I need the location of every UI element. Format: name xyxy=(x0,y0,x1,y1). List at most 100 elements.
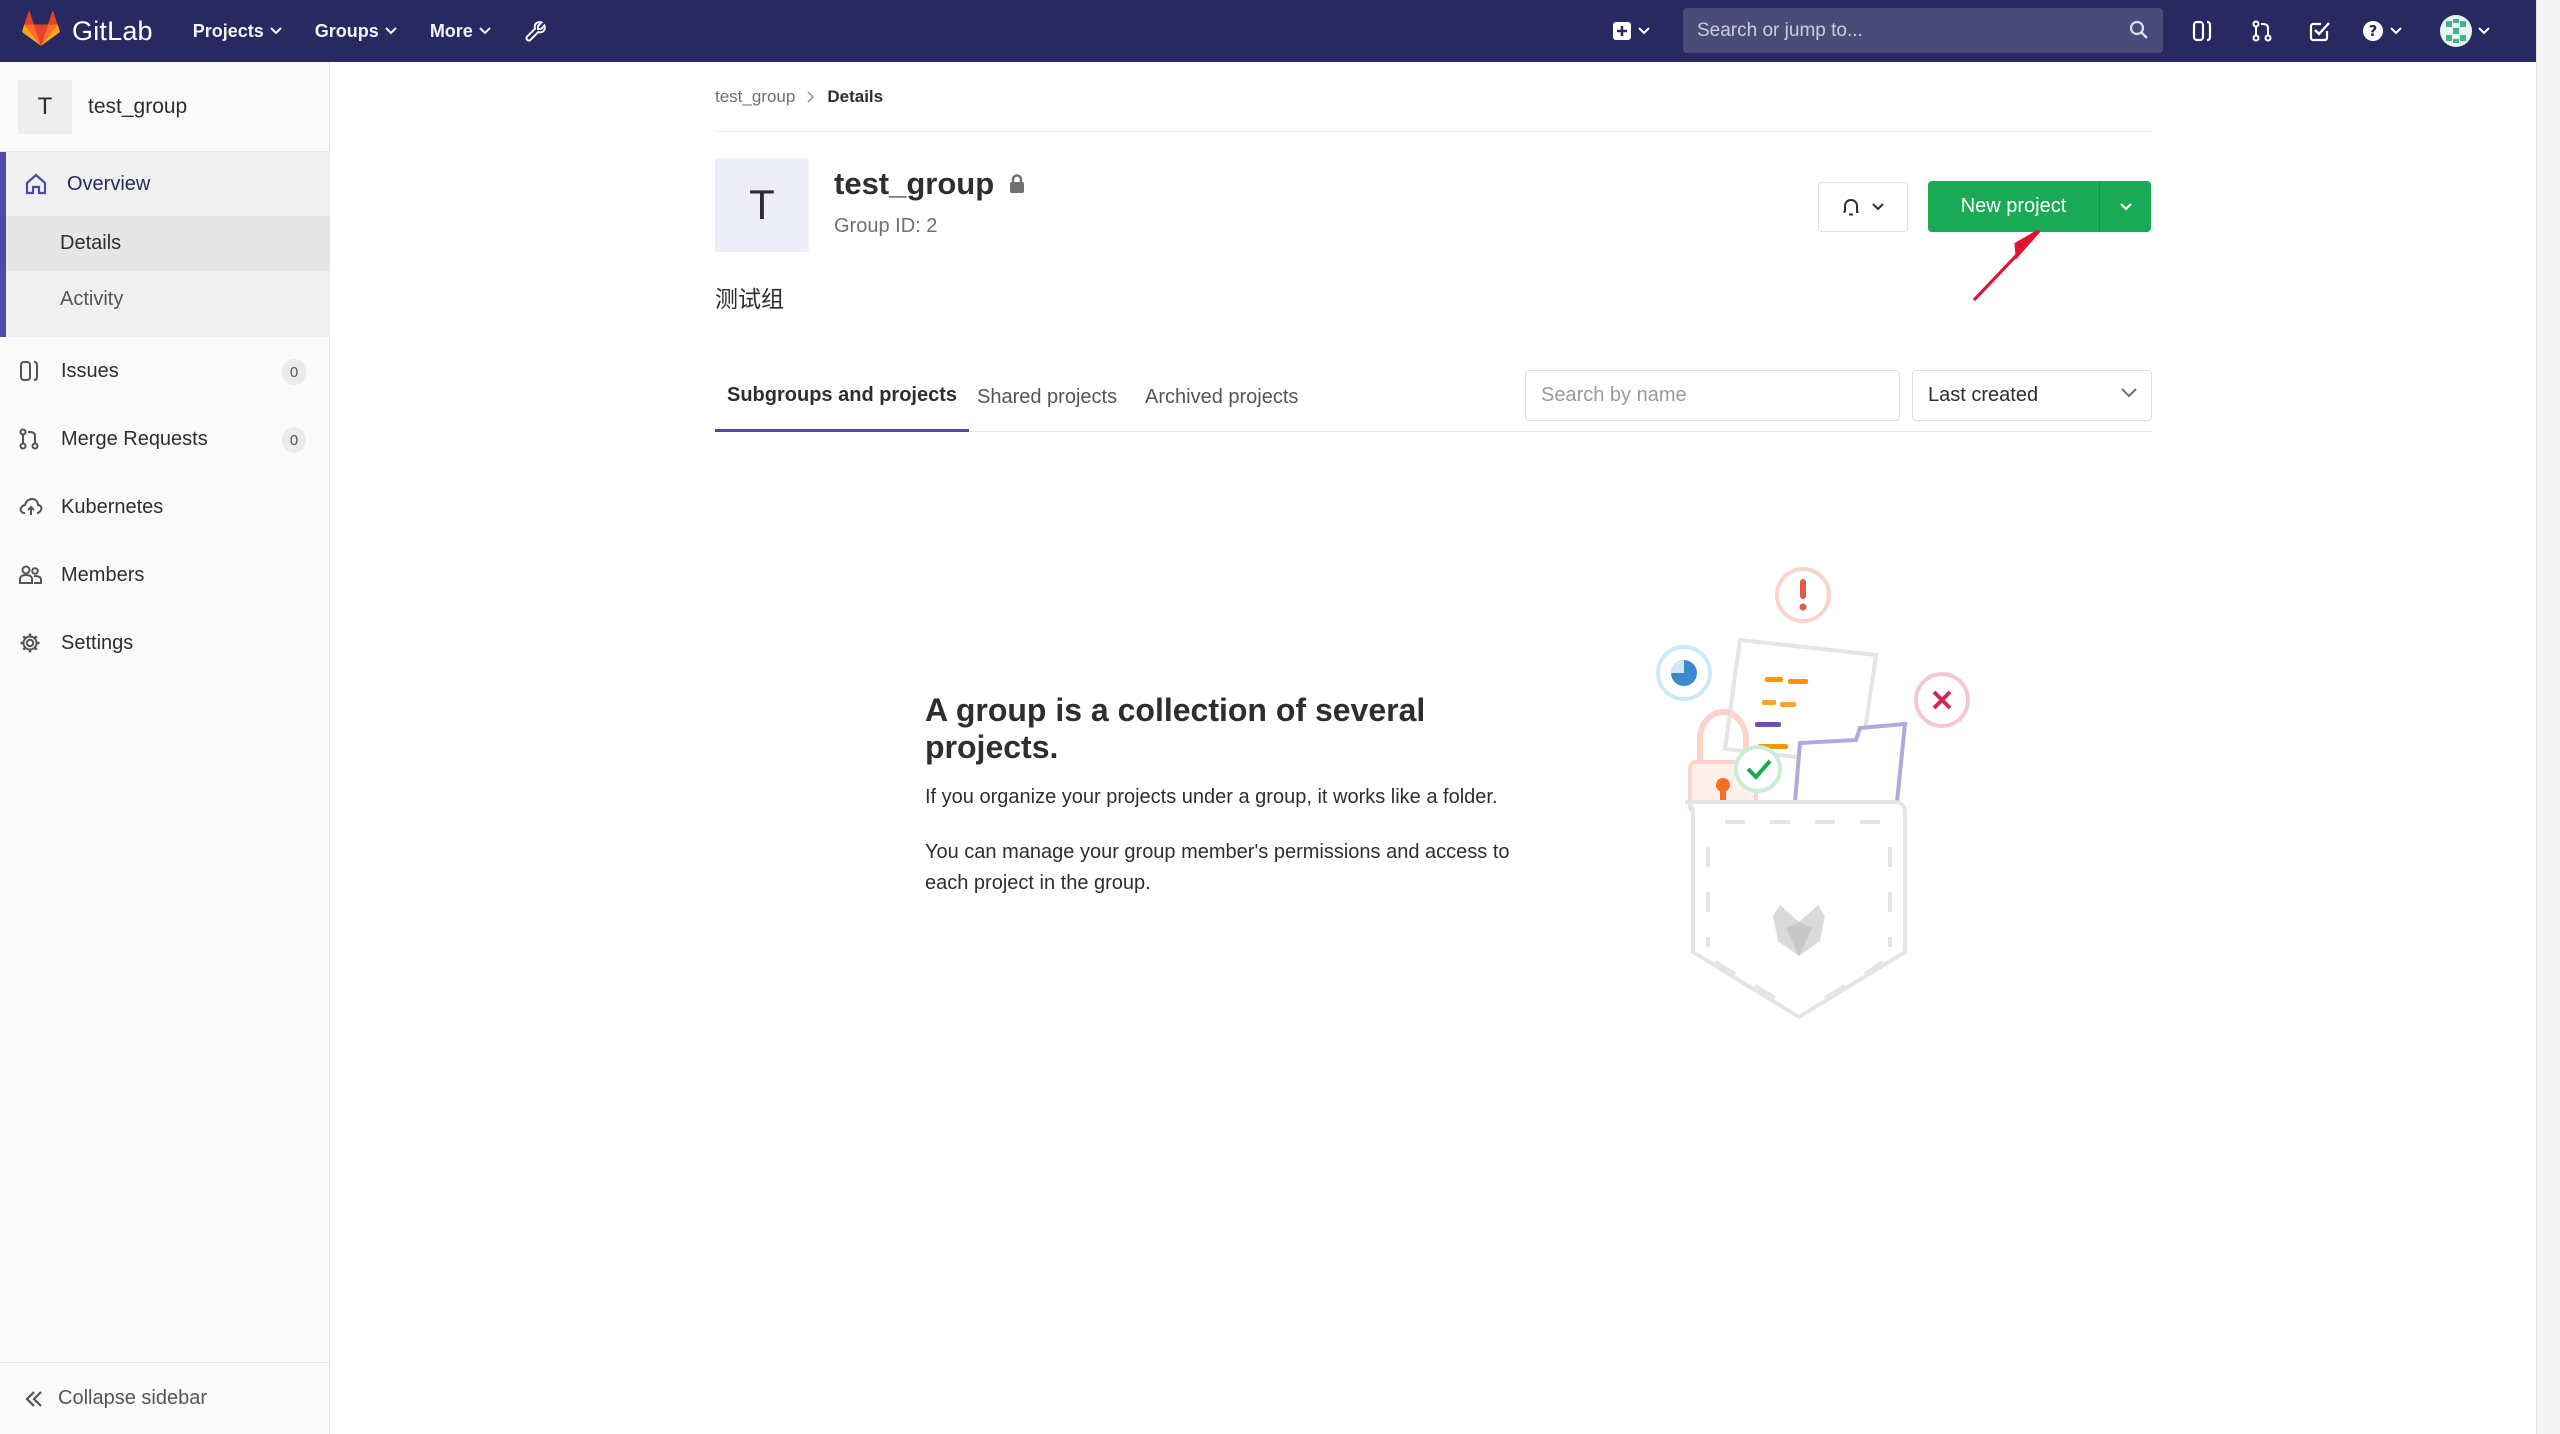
chevron-down-icon xyxy=(2390,27,2402,35)
group-id: Group ID: 2 xyxy=(834,215,938,237)
sidebar-context-header[interactable]: T test_group xyxy=(0,62,329,152)
issues-nav-button[interactable] xyxy=(2190,0,2214,62)
gitlab-logo-icon xyxy=(22,10,60,52)
sidebar-subitem-details[interactable]: Details xyxy=(6,216,330,271)
new-project-dropdown-toggle[interactable] xyxy=(2100,181,2151,232)
issues-count-badge: 0 xyxy=(282,359,306,385)
sidebar-item-label: Issues xyxy=(61,359,119,382)
home-icon xyxy=(25,173,53,195)
collapse-sidebar-button[interactable]: Collapse sidebar xyxy=(0,1362,330,1434)
lock-icon xyxy=(1010,174,1025,193)
chevron-down-icon xyxy=(2121,388,2137,398)
group-title: test_group xyxy=(834,166,1026,202)
sidebar-item-members[interactable]: Members xyxy=(0,541,330,609)
nav-more-label: More xyxy=(429,20,473,41)
brand-name: GitLab xyxy=(72,15,153,46)
sidebar-item-merge-requests[interactable]: Merge Requests 0 xyxy=(0,405,330,473)
double-chevron-left-icon xyxy=(25,1390,42,1407)
chevron-down-icon xyxy=(2119,202,2132,211)
new-dropdown-button[interactable] xyxy=(1612,0,1650,62)
todo-check-icon xyxy=(2309,22,2330,42)
sidebar-item-issues[interactable]: Issues 0 xyxy=(0,337,330,405)
breadcrumb: test_group Details xyxy=(715,62,2152,132)
chevron-down-icon xyxy=(479,27,491,35)
chevron-right-icon xyxy=(807,90,815,103)
collapse-sidebar-label: Collapse sidebar xyxy=(58,1387,207,1409)
group-description: 测试组 xyxy=(715,286,784,312)
group-tabs: Subgroups and projects Shared projects A… xyxy=(715,362,2152,432)
issues-icon xyxy=(2192,20,2212,42)
breadcrumb-parent-link[interactable]: test_group xyxy=(715,87,795,107)
nav-groups-label: Groups xyxy=(314,20,379,41)
empty-state: A group is a collection of several proje… xyxy=(715,472,2152,1122)
search-icon xyxy=(2129,20,2148,39)
svg-text:?: ? xyxy=(2369,22,2378,40)
nav-groups-dropdown[interactable]: Groups xyxy=(315,21,397,42)
tab-subgroups-and-projects[interactable]: Subgroups and projects xyxy=(715,362,970,432)
nav-menu: Projects Groups More xyxy=(193,19,581,43)
sidebar-item-label: Members xyxy=(61,563,145,586)
avatar xyxy=(2440,15,2472,47)
global-search[interactable] xyxy=(1683,8,2163,53)
empty-state-paragraph-1: If you organize your projects under a gr… xyxy=(925,786,1498,808)
chevron-down-icon xyxy=(2478,27,2490,35)
nav-more-dropdown[interactable]: More xyxy=(430,21,491,42)
chevron-down-icon xyxy=(270,27,282,35)
group-avatar: T xyxy=(715,158,809,252)
help-icon: ? xyxy=(2363,21,2383,41)
admin-area-link[interactable] xyxy=(524,19,548,43)
tab-label: Archived projects xyxy=(1145,385,1299,408)
sidebar-item-label: Settings xyxy=(61,631,134,654)
new-project-split-button: New project xyxy=(1928,181,2151,232)
users-icon xyxy=(19,565,47,585)
filter-by-name-input[interactable] xyxy=(1525,370,1900,421)
nav-projects-label: Projects xyxy=(192,20,264,41)
sidebar-subitem-label: Details xyxy=(60,232,122,254)
sidebar-group-name: test_group xyxy=(88,94,188,118)
search-input[interactable] xyxy=(1697,19,2117,42)
page-scrollbar[interactable] xyxy=(2536,0,2560,1434)
top-navbar: GitLab Projects Groups More Search or ju… xyxy=(0,0,2536,62)
sidebar-item-overview[interactable]: Overview xyxy=(6,152,330,216)
tab-shared-projects[interactable]: Shared projects xyxy=(977,362,1117,432)
gear-icon xyxy=(19,632,47,654)
empty-state-text: A group is a collection of several proje… xyxy=(925,692,1545,923)
merge-request-icon xyxy=(19,428,47,450)
main-content: test_group Details T test_group Group ID… xyxy=(715,62,2152,1020)
help-dropdown-button[interactable]: ? xyxy=(2362,0,2402,62)
merge-requests-count-badge: 0 xyxy=(282,427,306,453)
todos-nav-button[interactable] xyxy=(2308,0,2332,62)
group-name: test_group xyxy=(834,166,995,201)
sidebar-nav: Overview Details Activity Issues 0 Merge… xyxy=(0,152,330,677)
chevron-down-icon xyxy=(385,27,397,35)
empty-state-title: A group is a collection of several proje… xyxy=(925,692,1426,765)
group-avatar-small: T xyxy=(18,79,72,134)
sidebar-item-settings[interactable]: Settings xyxy=(0,609,330,677)
chevron-down-icon xyxy=(1872,203,1884,211)
brand-logo-link[interactable]: GitLab xyxy=(22,0,153,62)
sidebar-subitem-label: Activity xyxy=(60,287,124,310)
cloud-icon xyxy=(19,497,47,517)
new-project-button[interactable]: New project xyxy=(1928,181,2100,232)
sidebar-item-label: Overview xyxy=(67,172,151,195)
notification-settings-dropdown[interactable] xyxy=(1818,182,1908,232)
issues-icon xyxy=(19,360,47,382)
sort-dropdown-value: Last created xyxy=(1928,384,2039,406)
sidebar-subitem-activity[interactable]: Activity xyxy=(6,271,330,327)
sidebar: T test_group Overview Details Activity I… xyxy=(0,62,330,1434)
sort-dropdown[interactable]: Last created xyxy=(1912,370,2152,421)
tab-label: Subgroups and projects xyxy=(727,384,958,406)
bell-icon xyxy=(1843,198,1859,216)
sidebar-item-kubernetes[interactable]: Kubernetes xyxy=(0,473,330,541)
tab-archived-projects[interactable]: Archived projects xyxy=(1145,362,1298,432)
merge-requests-nav-button[interactable] xyxy=(2250,0,2274,62)
page: GitLab Projects Groups More Search or ju… xyxy=(0,0,2560,1434)
sidebar-item-label: Kubernetes xyxy=(61,495,164,518)
user-menu-dropdown[interactable] xyxy=(2440,0,2490,62)
sidebar-overview-spacer xyxy=(6,327,330,337)
chevron-down-icon xyxy=(1638,27,1650,35)
tab-label: Shared projects xyxy=(977,385,1118,408)
nav-projects-dropdown[interactable]: Projects xyxy=(193,21,282,42)
breadcrumb-current: Details xyxy=(827,86,884,106)
merge-request-icon xyxy=(2252,20,2272,42)
